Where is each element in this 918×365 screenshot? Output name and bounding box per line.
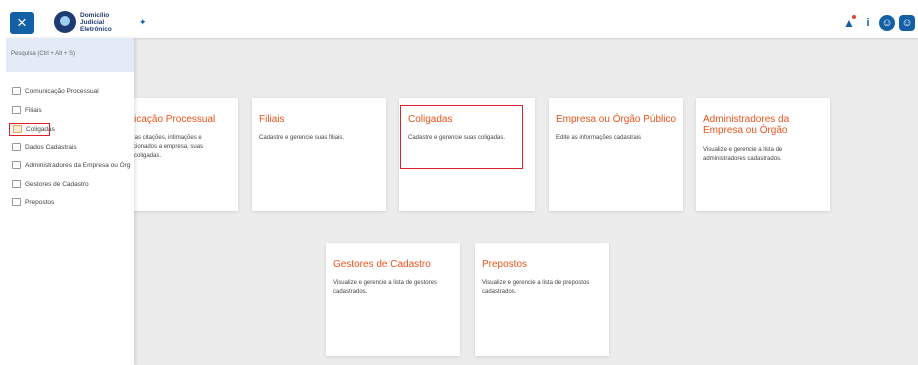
card-description: Cadastre e gerencie suas filiais. <box>259 135 345 141</box>
pin-icon[interactable]: ✦ <box>139 18 147 27</box>
building-icon <box>12 106 21 115</box>
card-filiais[interactable]: Filiais Cadastre e gerencie suas filiais… <box>252 98 386 211</box>
card-description: Visualize e gerencie a lista de gestores <box>333 280 437 286</box>
highlight-box <box>400 105 523 169</box>
card-title: Prepostos <box>482 259 528 270</box>
sidebar-item-prepostos[interactable]: Prepostos <box>12 197 54 208</box>
card-description: nhe as citações, intimações e <box>123 135 202 141</box>
users-icon <box>12 198 21 207</box>
sidebar-item-dados-cadastrais[interactable]: Dados Cadastrais <box>12 142 77 153</box>
close-menu-button[interactable]: × <box>10 12 34 34</box>
info-icon[interactable]: i <box>860 15 876 31</box>
card-empresa-orgao[interactable]: Empresa ou Órgão Público Edite as inform… <box>549 98 683 211</box>
card-description: administradores cadastrados. <box>703 156 782 162</box>
mail-icon <box>12 87 21 96</box>
card-prepostos[interactable]: Prepostos Visualize e gerencie a lista d… <box>475 243 609 356</box>
card-title: Empresa ou Órgão Público <box>556 114 677 125</box>
card-description: Edite as informações cadastrais <box>556 135 642 141</box>
users-icon <box>12 180 21 189</box>
card-description: cadastrados. <box>482 289 517 295</box>
sidebar-item-coligadas[interactable]: Coligadas <box>9 123 55 136</box>
card-description: Visualize e gerencie a lista de <box>703 147 783 153</box>
card-administradores[interactable]: Administradores da Empresa ou Órgão Visu… <box>696 98 830 211</box>
document-icon <box>12 143 21 152</box>
app-window: × Domicílio Judicial Eletrônico ✦ ▲ i ☺ … <box>6 7 918 365</box>
sidebar-item-filiais[interactable]: Filiais <box>12 105 42 116</box>
card-description: coligadas. <box>134 153 162 159</box>
brand-name: Domicílio Judicial Eletrônico <box>80 12 112 33</box>
card-title: Filiais <box>259 114 285 125</box>
card-description: direcionados a empresa, suas <box>123 144 204 150</box>
card-title: Empresa ou Órgão <box>703 125 788 136</box>
top-bar: × Domicílio Judicial Eletrônico ✦ ▲ i ☺ … <box>6 7 918 38</box>
sidebar-item-administradores[interactable]: Administradores da Empresa ou Órg <box>12 160 131 171</box>
users-icon <box>12 161 21 170</box>
logo-icon <box>54 11 76 33</box>
notification-bell-icon[interactable]: ▲ <box>841 15 857 31</box>
card-gestores-cadastro[interactable]: Gestores de Cadastro Visualize e gerenci… <box>326 243 460 356</box>
sidebar: Pesquisa (Ctrl + Alt + S) Comunicação Pr… <box>6 38 134 365</box>
card-comunicacao-processual[interactable]: unicação Processual nhe as citações, int… <box>116 98 238 211</box>
sidebar-item-gestores[interactable]: Gestores de Cadastro <box>12 179 89 190</box>
card-title: Administradores da <box>703 114 790 125</box>
search-input[interactable]: Pesquisa (Ctrl + Alt + S) <box>6 38 134 72</box>
card-title: unicação Processual <box>123 114 216 125</box>
card-description: Visualize e gerencie a lista de preposto… <box>482 280 590 286</box>
user-icon[interactable]: ☺ <box>899 15 915 31</box>
accessibility-icon[interactable]: ☺ <box>879 15 895 31</box>
building-icon <box>13 125 22 134</box>
card-title: Gestores de Cadastro <box>333 259 431 270</box>
card-description: cadastrados. <box>333 289 368 295</box>
sidebar-item-comunicacao[interactable]: Comunicação Processual <box>12 86 99 97</box>
close-icon: × <box>17 13 27 32</box>
search-placeholder: Pesquisa (Ctrl + Alt + S) <box>11 51 76 57</box>
